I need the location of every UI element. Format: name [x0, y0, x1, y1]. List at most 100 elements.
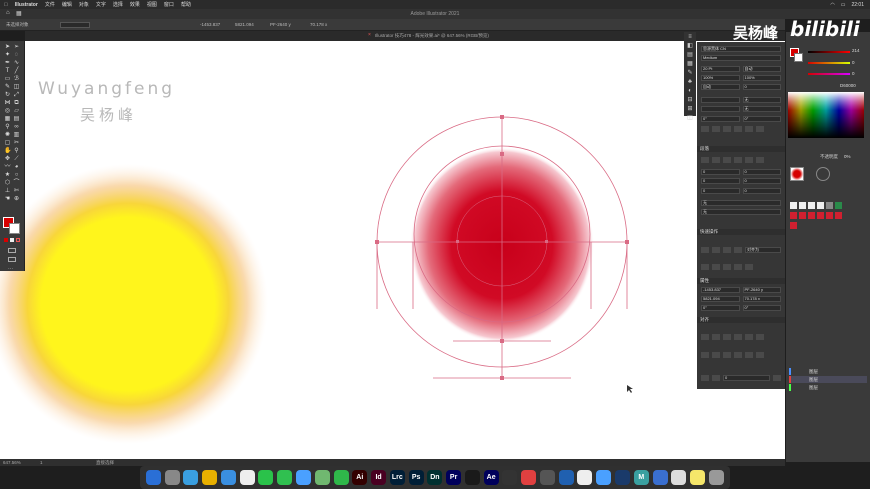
dist-bottom-button[interactable] — [756, 334, 764, 340]
direct-selection-tool-icon[interactable]: ➢ — [13, 44, 20, 50]
align-obj-left-button[interactable] — [701, 247, 709, 253]
dock-cinema4d-icon[interactable] — [558, 470, 574, 485]
space-before-field[interactable]: 0 — [701, 188, 740, 194]
opacity-value[interactable]: 0% — [844, 154, 851, 159]
dist-hcenter-button[interactable] — [712, 334, 720, 340]
blend-icon[interactable]: ∞ — [13, 124, 20, 130]
transform-icon[interactable]: ⊞ — [686, 106, 694, 113]
align-right-button[interactable] — [723, 157, 731, 163]
measure-icon[interactable]: ⊥ — [4, 188, 11, 194]
apple-icon[interactable]:  — [4, 2, 8, 8]
char-rotation-field[interactable]: 0° — [701, 116, 740, 122]
swatches-icon[interactable]: ▦ — [686, 61, 694, 68]
horizontal-scale-field[interactable]: 100% — [742, 75, 781, 81]
close-tab-icon[interactable]: × — [368, 32, 371, 38]
justify-last-button[interactable] — [756, 157, 764, 163]
screen-mode-icon[interactable] — [8, 257, 16, 262]
dock-chrome-icon[interactable] — [202, 470, 218, 485]
stroke-swatch[interactable] — [9, 223, 20, 234]
graphic-style-swatch[interactable] — [817, 202, 824, 209]
graphic-style-swatch[interactable] — [835, 212, 842, 219]
dock-hdr-icon[interactable] — [577, 470, 593, 485]
magic-wand-icon[interactable]: ✦ — [4, 52, 11, 58]
menu-item[interactable]: 文字 — [96, 1, 106, 8]
shape-builder-icon[interactable]: ◎ — [4, 108, 11, 114]
dock-indesign-icon[interactable]: Id — [371, 470, 387, 485]
transform-y-field[interactable]: 5821.094 — [701, 296, 740, 302]
graphic-styles-icon[interactable]: ◐ — [686, 88, 694, 95]
space-vcenter-button[interactable] — [745, 352, 753, 358]
dock-lightroom-icon[interactable]: Lrc — [389, 470, 405, 485]
width-tool-icon[interactable]: ⋈ — [4, 100, 11, 106]
graph-tool-icon[interactable]: ▥ — [13, 132, 20, 138]
dock-mail-icon[interactable] — [220, 470, 236, 485]
graphic-style-swatch[interactable] — [790, 222, 797, 229]
r-slider[interactable] — [808, 51, 850, 53]
baseline-field[interactable] — [701, 97, 740, 103]
transform-h-field[interactable]: 70.178 x — [742, 296, 781, 302]
dock-safari-icon[interactable] — [183, 470, 199, 485]
dist-vcenter-button[interactable] — [745, 334, 753, 340]
align-left-button[interactable] — [701, 157, 709, 163]
distribute-spacing-field[interactable]: 0 — [723, 375, 770, 381]
layer-row[interactable]: 图层 — [789, 368, 867, 375]
font-family-select[interactable]: 思源黑体 CN — [701, 46, 781, 52]
slice-tool-icon[interactable]: ✂ — [13, 140, 20, 146]
dock-photoshop-icon[interactable]: Ps — [408, 470, 424, 485]
align-to-select[interactable]: 对齐为 — [745, 247, 781, 253]
rotate-char-field[interactable]: 无 — [742, 97, 781, 103]
strike-button[interactable] — [756, 126, 764, 132]
menu-item[interactable]: 文件 — [45, 1, 55, 8]
color-mode-icon[interactable] — [4, 238, 8, 242]
puppet-warp-icon[interactable]: ✥ — [4, 156, 11, 162]
layer-row[interactable]: 图层 — [789, 384, 867, 391]
opacity-mask-thumb[interactable] — [816, 167, 830, 181]
dock-maps2-icon[interactable] — [596, 470, 612, 485]
justify-button[interactable] — [734, 157, 742, 163]
dock-dimension-icon[interactable]: Dn — [427, 470, 443, 485]
document-tab[interactable]: Illustrator 技巧478 - 辉光效果.ai* @ 647.56% (… — [375, 33, 489, 39]
dist-top-button[interactable] — [734, 334, 742, 340]
properties-icon[interactable]: ≡ — [686, 34, 694, 41]
draw-mode-icon[interactable] — [8, 248, 16, 253]
stroke-color-chip[interactable] — [794, 53, 803, 62]
space-bottom-button[interactable] — [756, 352, 764, 358]
rotate-icon[interactable]: ↻ — [4, 92, 11, 98]
graphic-style-swatch[interactable] — [808, 202, 815, 209]
star-icon[interactable]: ★ — [4, 172, 11, 178]
graphic-style-swatch[interactable] — [835, 202, 842, 209]
space-top-button[interactable] — [734, 352, 742, 358]
ellipse-tool-icon[interactable]: ○ — [13, 172, 20, 178]
wifi-icon[interactable]: ◠ — [830, 2, 834, 8]
space-after-field-2[interactable]: 0 — [742, 188, 781, 194]
dock-qq-icon[interactable] — [296, 470, 311, 485]
pencil-icon[interactable]: ✎ — [4, 84, 11, 90]
menubar-clock[interactable]: 22:01 — [851, 2, 864, 8]
lasso-icon[interactable]: ◌ — [13, 52, 20, 58]
free-transform-icon[interactable]: ⧉ — [13, 100, 20, 106]
dock-system-prefs-icon[interactable] — [539, 470, 555, 485]
scissors-icon[interactable]: ✄ — [13, 188, 20, 194]
g-slider[interactable] — [808, 62, 850, 64]
underline-button[interactable] — [745, 126, 753, 132]
mesh-icon[interactable]: ▦ — [4, 116, 11, 122]
menu-item[interactable]: 视图 — [147, 1, 157, 8]
transform-angle-field[interactable]: 0° — [701, 305, 740, 311]
dock-motion-icon[interactable]: M — [633, 470, 649, 485]
artboard-tool-icon[interactable]: ▢ — [4, 140, 11, 146]
eyedropper-icon[interactable]: ⚲ — [4, 124, 11, 130]
align-center-button[interactable] — [712, 157, 720, 163]
hand-tool-icon[interactable]: ✋ — [4, 148, 11, 154]
menu-item[interactable]: 对象 — [79, 1, 89, 8]
graphic-style-swatch[interactable] — [826, 202, 833, 209]
stroke-field[interactable] — [60, 22, 90, 28]
dock-preview-icon[interactable] — [671, 470, 687, 485]
eraser-icon[interactable]: ◫ — [13, 84, 20, 90]
menu-app-name[interactable]: Illustrator — [15, 2, 38, 8]
small-caps-button[interactable] — [712, 126, 720, 132]
font-style-select[interactable]: Medium — [701, 55, 781, 61]
gradient-icon[interactable]: ▤ — [13, 116, 20, 122]
align-obj-hcenter-button[interactable] — [712, 247, 720, 253]
dock-maps-icon[interactable] — [314, 470, 330, 485]
mojikumi-select[interactable]: 无 — [701, 209, 781, 215]
